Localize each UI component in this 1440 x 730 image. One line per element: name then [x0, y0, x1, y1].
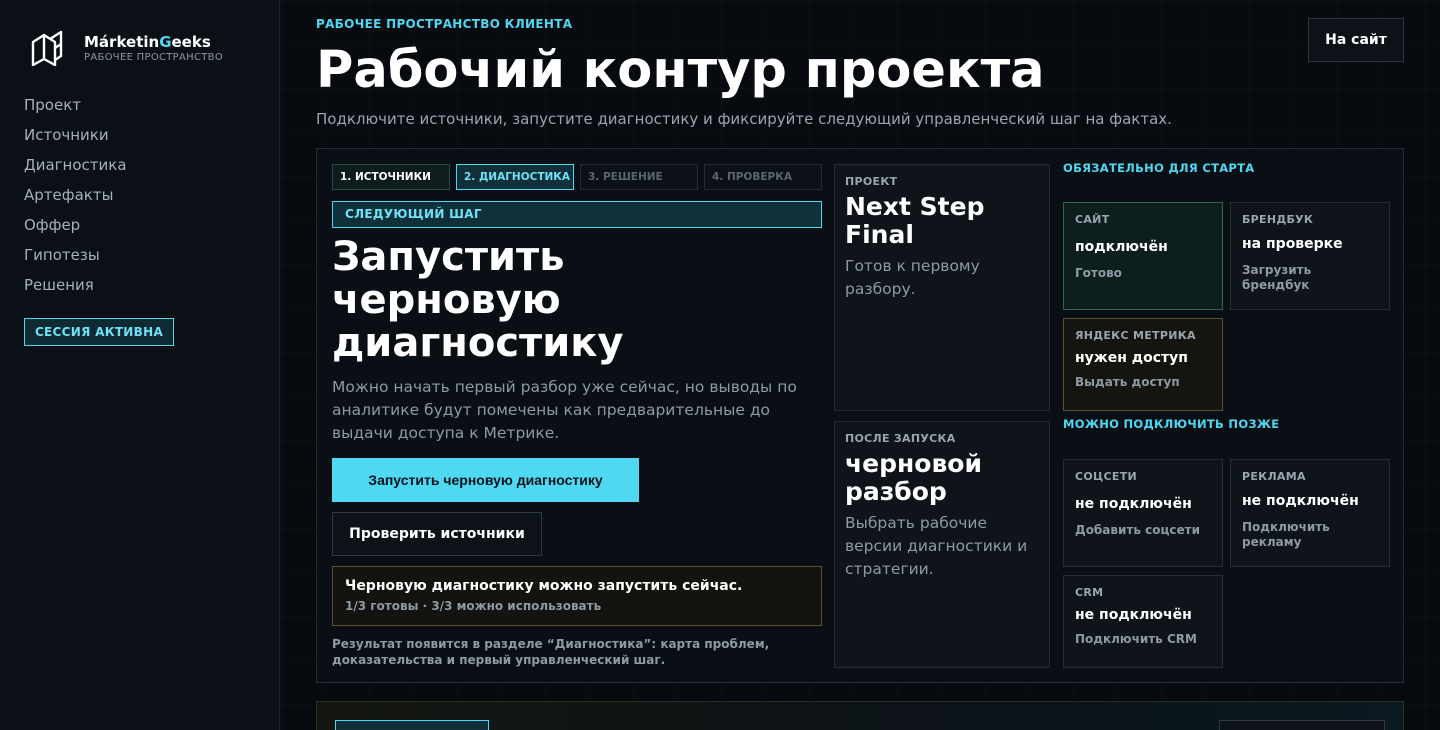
step-decision[interactable]: 3. РЕШЕНИЕ [580, 164, 698, 190]
readiness-notice: Черновую диагностику можно запустить сей… [332, 566, 822, 626]
source-action[interactable]: Загрузить брендбук [1242, 263, 1378, 293]
source-status: не подключён [1075, 496, 1192, 512]
run-draft-diagnostics-button[interactable]: Запустить черновую диагностику [332, 458, 639, 502]
source-action[interactable]: Добавить соцсети [1075, 523, 1211, 538]
sidebar-item-hypotheses[interactable]: Гипотезы [24, 244, 127, 274]
source-status: на проверке [1242, 236, 1343, 252]
optional-sources-label: МОЖНО ПОДКЛЮЧИТЬ ПОЗЖЕ [1063, 417, 1280, 431]
source-action[interactable]: Выдать доступ [1075, 375, 1211, 390]
project-status: Готов к первому разбору. [845, 257, 980, 298]
project-card-label: ПРОЕКТ [845, 175, 898, 188]
source-status: нужен доступ [1075, 350, 1188, 366]
sidebar-item-offer[interactable]: Оффер [24, 214, 127, 244]
after-launch-card: ПОСЛЕ ЗАПУСКА черновой разбор Выбрать раб… [834, 421, 1050, 668]
main-content: РАБОЧЕЕ ПРОСТРАНСТВО КЛИЕНТА Рабочий кон… [281, 0, 1440, 730]
source-card-ads[interactable]: РЕКЛАМА не подключён Подключить рекламу [1230, 459, 1390, 567]
step-verification[interactable]: 4. ПРОВЕРКА [704, 164, 822, 190]
next-step-label: СЛЕДУЮЩИЙ ШАГ [332, 201, 822, 228]
step-diagnostics[interactable]: 2. ДИАГНОСТИКА [456, 164, 574, 190]
source-name: ЯНДЕКС МЕТРИКА [1075, 329, 1196, 342]
source-name: РЕКЛАМА [1242, 470, 1306, 483]
check-sources-button[interactable]: Проверить источники [332, 512, 542, 556]
next-section-button[interactable] [1219, 720, 1385, 730]
sidebar: MárketinGeeks РАБОЧЕЕ ПРОСТРАНСТВО Проек… [0, 0, 280, 730]
after-launch-description: Выбрать рабочие версии диагностики и стр… [845, 514, 1028, 578]
brand-subtitle: РАБОЧЕЕ ПРОСТРАНСТВО [84, 51, 223, 63]
source-action[interactable]: Подключить рекламу [1242, 520, 1378, 550]
next-step-title: Запустить черновую диагностику [332, 234, 624, 366]
next-section-panel [316, 701, 1404, 730]
workflow-panel: 1. ИСТОЧНИКИ 2. ДИАГНОСТИКА 3. РЕШЕНИЕ 4… [316, 148, 1404, 683]
logo[interactable]: MárketinGeeks РАБОЧЕЕ ПРОСТРАНСТВО [30, 30, 223, 66]
sidebar-item-sources[interactable]: Источники [24, 124, 127, 154]
after-launch-value: черновой разбор [845, 449, 982, 506]
sidebar-nav: Проект Источники Диагностика Артефакты О… [24, 94, 127, 304]
source-name: СОЦСЕТИ [1075, 470, 1138, 483]
step-sources[interactable]: 1. ИСТОЧНИКИ [332, 164, 450, 190]
notice-readiness-count: 1/3 готовы · 3/3 можно использовать [345, 599, 602, 613]
sidebar-item-project[interactable]: Проект [24, 94, 127, 124]
logo-icon [31, 30, 63, 66]
sidebar-item-artifacts[interactable]: Артефакты [24, 184, 127, 214]
source-status: не подключён [1075, 607, 1192, 623]
source-card-yandex-metrica[interactable]: ЯНДЕКС МЕТРИКА нужен доступ Выдать досту… [1063, 318, 1223, 411]
after-launch-label: ПОСЛЕ ЗАПУСКА [845, 432, 956, 445]
project-name: Next Step Final [845, 192, 985, 249]
source-name: CRM [1075, 586, 1104, 599]
source-name: БРЕНДБУК [1242, 213, 1314, 226]
notice-title: Черновую диагностику можно запустить сей… [345, 578, 743, 594]
sidebar-item-diagnostics[interactable]: Диагностика [24, 154, 127, 184]
source-status: подключён [1075, 239, 1168, 255]
source-action: Готово [1075, 266, 1122, 280]
source-action[interactable]: Подключить CRM [1075, 632, 1211, 647]
result-footnote: Результат появится в разделе “Диагностик… [332, 637, 770, 667]
source-card-brandbook[interactable]: БРЕНДБУК на проверке Загрузить брендбук [1230, 202, 1390, 310]
page-title: Рабочий контур проекта [316, 41, 1045, 100]
source-name: САЙТ [1075, 213, 1110, 226]
source-card-crm[interactable]: CRM не подключён Подключить CRM [1063, 575, 1223, 668]
source-card-site[interactable]: САЙТ подключён Готово [1063, 202, 1223, 310]
sidebar-item-decisions[interactable]: Решения [24, 274, 127, 304]
source-card-socials[interactable]: СОЦСЕТИ не подключён Добавить соцсети [1063, 459, 1223, 567]
source-status: не подключён [1242, 493, 1359, 509]
go-to-site-button[interactable]: На сайт [1308, 18, 1404, 62]
page-eyebrow: РАБОЧЕЕ ПРОСТРАНСТВО КЛИЕНТА [316, 17, 573, 31]
next-step-description: Можно начать первый разбор уже сейчас, н… [332, 378, 797, 442]
next-section-label [335, 720, 489, 730]
session-status-badge: СЕССИЯ АКТИВНА [24, 318, 174, 346]
brand-name: MárketinGeeks [84, 32, 211, 51]
required-sources-label: ОБЯЗАТЕЛЬНО ДЛЯ СТАРТА [1063, 161, 1255, 175]
project-card: ПРОЕКТ Next Step Final Готов к первому ра… [834, 164, 1050, 411]
page-subtitle: Подключите источники, запустите диагност… [316, 110, 1172, 128]
